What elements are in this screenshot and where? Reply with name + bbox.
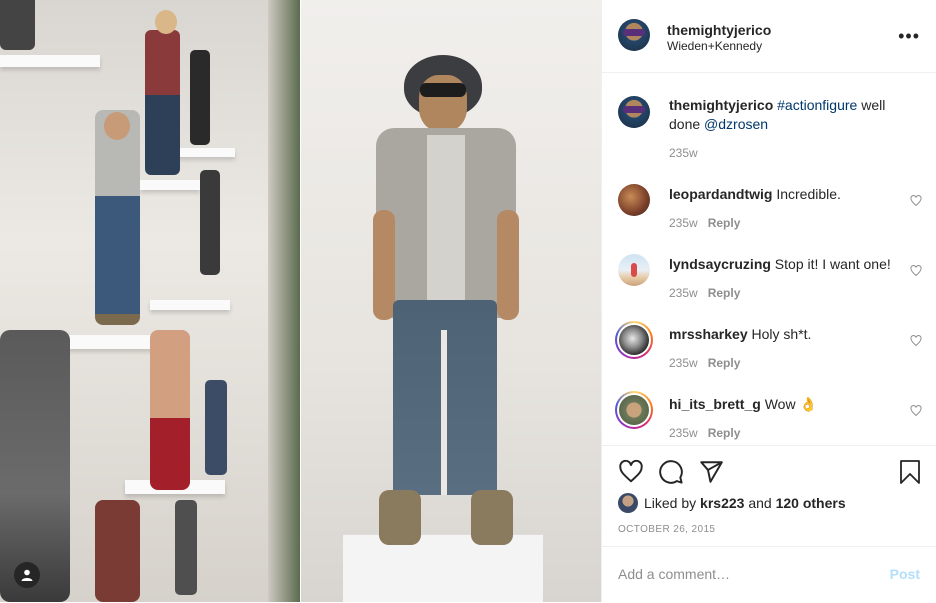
comment-time[interactable]: 235w	[669, 356, 698, 370]
comment-username[interactable]: lyndsaycruzing	[669, 256, 771, 272]
comment-text: Stop it! I want one!	[770, 256, 891, 272]
tagged-users-button[interactable]	[14, 562, 40, 588]
avatar-figure	[631, 263, 637, 277]
comment-text: Wow 👌	[760, 396, 817, 412]
reply-button[interactable]: Reply	[708, 286, 741, 300]
hashtag-link[interactable]: #actionfigure	[777, 97, 857, 113]
post-sidebar: themightyjerico Wieden+Kennedy ••• themi…	[601, 0, 936, 602]
caption-avatar[interactable]	[618, 96, 650, 128]
share-send-icon[interactable]	[698, 459, 724, 485]
comment-text-wrap: leopardandtwig Incredible.	[669, 185, 909, 204]
avatar-sunglasses	[623, 29, 645, 36]
like-comment-heart-icon[interactable]	[910, 195, 922, 207]
caption-text: themightyjerico #actionfigure well done …	[669, 96, 909, 134]
post-comment-button[interactable]: Post	[890, 566, 920, 582]
liked-by-prefix: Liked by	[644, 495, 697, 511]
figurine	[95, 110, 140, 325]
comment-meta: 235w Reply	[669, 216, 740, 230]
figurine	[95, 500, 140, 602]
figurine	[175, 500, 197, 595]
comment-meta: 235w Reply	[669, 286, 740, 300]
figurine	[200, 170, 220, 275]
caption-username[interactable]: themightyjerico	[669, 97, 773, 113]
post-header: themightyjerico Wieden+Kennedy •••	[602, 0, 936, 73]
figure-sunglasses	[420, 83, 466, 97]
shelf	[150, 300, 230, 310]
liked-by: Liked by krs223 and 120 others	[618, 493, 846, 513]
like-heart-icon[interactable]	[618, 459, 644, 485]
liker-username[interactable]: krs223	[700, 495, 744, 511]
figure-shirt	[427, 135, 465, 305]
figure-arm	[497, 210, 519, 320]
comment-time[interactable]: 235w	[669, 216, 698, 230]
like-comment-heart-icon[interactable]	[910, 405, 922, 417]
post-actions: Liked by krs223 and 120 others OCTOBER 2…	[602, 445, 936, 546]
comment-text-wrap: lyndsaycruzing Stop it! I want one!	[669, 255, 909, 274]
more-options-icon[interactable]: •••	[898, 26, 920, 47]
comment-time[interactable]: 235w	[669, 426, 698, 440]
figurine	[0, 330, 70, 602]
figure-boot	[379, 490, 421, 545]
add-comment-bar: Add a comment… Post	[602, 546, 936, 603]
plant-wall	[268, 0, 300, 602]
story-ring[interactable]	[615, 321, 653, 359]
commenter-avatar	[619, 325, 649, 355]
post-image[interactable]	[0, 0, 601, 602]
comment-item: lyndsaycruzing Stop it! I want one! 235w…	[618, 254, 922, 304]
comment-text-wrap: mrssharkey Holy sh*t.	[669, 325, 909, 344]
reply-button[interactable]: Reply	[708, 426, 741, 440]
commenter-avatar[interactable]	[618, 254, 650, 286]
shelf	[0, 55, 100, 67]
commenter-avatar	[619, 395, 649, 425]
story-ring[interactable]	[615, 391, 653, 429]
mention-link[interactable]: @dzrosen	[704, 116, 768, 132]
shelf	[140, 180, 200, 190]
caption: themightyjerico #actionfigure well done …	[618, 96, 922, 166]
figurine-head	[155, 10, 177, 34]
figure-boot	[471, 490, 513, 545]
figure-closeup-photo	[301, 0, 601, 602]
figures-wall-photo	[0, 0, 300, 602]
comment-meta: 235w Reply	[669, 426, 740, 440]
figurine	[190, 50, 210, 145]
add-comment-input[interactable]: Add a comment…	[618, 566, 730, 582]
like-comment-heart-icon[interactable]	[910, 335, 922, 347]
comment-time[interactable]: 235w	[669, 286, 698, 300]
comment-text: Holy sh*t.	[747, 326, 812, 342]
figure-leg-gap	[441, 330, 447, 495]
comment-item: hi_its_brett_g Wow 👌 235w Reply	[615, 391, 922, 444]
post-date[interactable]: OCTOBER 26, 2015	[618, 524, 715, 535]
commenter-avatar[interactable]	[618, 184, 650, 216]
figure-arm	[373, 210, 395, 320]
like-comment-heart-icon[interactable]	[910, 265, 922, 277]
liker-avatar[interactable]	[618, 493, 638, 513]
comment-username[interactable]: leopardandtwig	[669, 186, 772, 202]
figurine	[0, 0, 35, 50]
author-avatar[interactable]	[618, 19, 650, 51]
comment-text-wrap: hi_its_brett_g Wow 👌	[669, 395, 909, 414]
comment-bubble-icon[interactable]	[658, 459, 684, 485]
caption-time[interactable]: 235w	[669, 146, 698, 160]
comment-item: leopardandtwig Incredible. 235w Reply	[618, 184, 922, 234]
comment-item: mrssharkey Holy sh*t. 235w Reply	[615, 321, 922, 374]
author-username[interactable]: themightyjerico	[667, 22, 771, 38]
comment-username[interactable]: mrssharkey	[669, 326, 748, 342]
figurine	[205, 380, 227, 475]
reply-button[interactable]: Reply	[708, 216, 741, 230]
figurine-head	[104, 112, 130, 140]
reply-button[interactable]: Reply	[708, 356, 741, 370]
comment-text: Incredible.	[772, 186, 841, 202]
avatar-sunglasses	[623, 106, 645, 113]
figurine	[150, 330, 190, 490]
liked-by-and: and	[748, 495, 772, 511]
others-count-link[interactable]: 120 others	[776, 495, 846, 511]
user-icon	[21, 569, 33, 581]
save-bookmark-icon[interactable]	[898, 459, 922, 485]
figurine	[145, 30, 180, 175]
comment-username[interactable]: hi_its_brett_g	[669, 396, 761, 412]
pedestal	[343, 535, 543, 602]
post-location[interactable]: Wieden+Kennedy	[667, 39, 762, 53]
comment-meta: 235w Reply	[669, 356, 740, 370]
